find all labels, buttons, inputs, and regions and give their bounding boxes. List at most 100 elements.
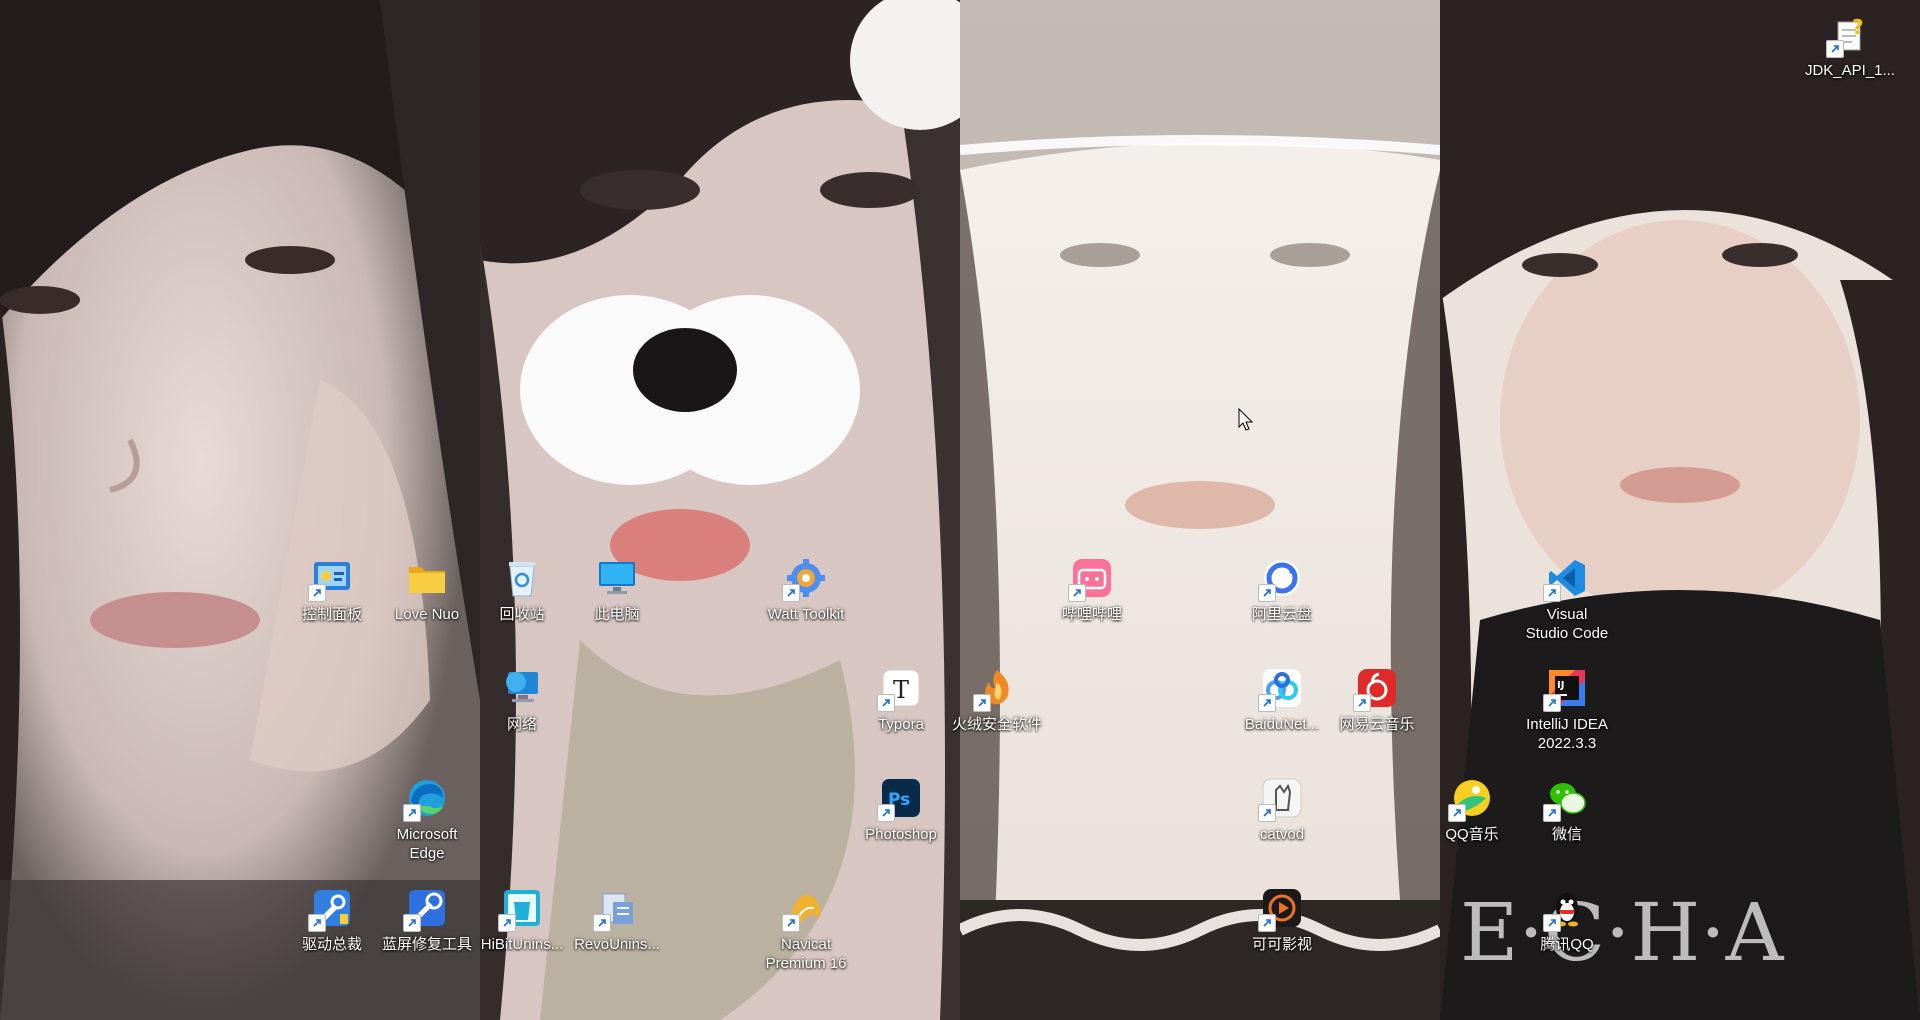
desktop-icon-revo[interactable]: RevoUnins... [571,880,663,976]
netease-music-icon [1353,666,1399,712]
network-icon [500,666,544,710]
shortcut-arrow-icon [1258,694,1276,712]
shortcut-arrow-icon [1543,584,1561,602]
icon-label: 此电脑 [594,606,640,623]
computer-icon [595,556,639,600]
navicat-icon [782,886,828,932]
desktop-icon-aliyun-drive[interactable]: 阿里云盘 [1236,550,1328,646]
desktop-icon-bilibili[interactable]: 哔哩哔哩 [1046,550,1138,646]
desktop-icon-edge[interactable]: Microsoft Edge [381,770,473,866]
desktop-icon-jdk-api[interactable]: ? JDK_API_1... [1804,6,1896,102]
desktop-icon-typora[interactable]: T Typora [855,660,947,756]
typora-icon: T [877,666,923,712]
icon-label: Microsoft Edge [396,826,458,862]
desktop-icon-qq-music[interactable]: QQ音乐 [1426,770,1518,866]
wallpaper-panel-2 [480,0,960,1020]
hibit-uninstaller-icon [498,886,544,932]
desktop-icon-baidunet[interactable]: BaiduNet... [1236,660,1328,756]
icon-label: 哔哩哔哩 [1061,606,1122,623]
repair-tool-icon [403,886,449,932]
shortcut-arrow-icon [308,914,326,932]
shortcut-arrow-icon [1068,584,1086,602]
desktop-icon-photoshop[interactable]: Ps Photoshop [855,770,947,866]
wechat-icon [1543,776,1589,822]
shortcut-arrow-icon [782,584,800,602]
bilibili-icon [1068,556,1114,602]
shortcut-arrow-icon [973,694,991,712]
shortcut-arrow-icon [782,914,800,932]
svg-text:?: ? [1852,15,1864,39]
desktop-icon-control-panel[interactable]: 控制面板 [286,550,378,646]
icon-label: Watt Toolkit [767,606,845,623]
cloud-drive-icon [1258,556,1304,602]
svg-text:IJ: IJ [1557,680,1564,691]
icon-label: catvod [1259,826,1305,843]
shortcut-arrow-icon [1826,40,1844,58]
icon-label: 蓝屏修复工具 [381,936,472,953]
icon-label: HiBitUnins... [480,936,564,953]
icon-label: 控制面板 [301,606,362,623]
desktop-icon-intellij[interactable]: IJ IntelliJ IDEA 2022.3.3 [1521,660,1613,756]
intellij-icon: IJ [1543,666,1589,712]
desktop-icon-qq[interactable]: 腾讯QQ [1521,880,1613,976]
desktop-icon-this-pc[interactable]: 此电脑 [571,550,663,646]
desktop-icon-wechat[interactable]: 微信 [1521,770,1613,866]
shortcut-arrow-icon [1353,694,1371,712]
icon-label: IntelliJ IDEA 2022.3.3 [1526,716,1608,752]
control-panel-icon [308,556,354,602]
svg-text:T: T [893,676,909,704]
desktop-icon-netease-music[interactable]: 网易云音乐 [1331,660,1423,756]
shortcut-arrow-icon [498,914,516,932]
qq-penguin-icon [1543,886,1589,932]
icon-label: Photoshop [865,826,937,843]
vscode-icon [1543,556,1589,602]
shortcut-arrow-icon [308,584,326,602]
icon-label: 可可影视 [1251,936,1312,953]
desktop-icon-huorong[interactable]: 火绒安全软件 [951,660,1043,756]
icon-label: 网络 [506,716,537,733]
icon-label: Visual Studio Code [1525,606,1609,642]
desktop-icon-network[interactable]: 网络 [476,660,568,756]
icon-label: Love Nuo [394,606,460,623]
desktop-icon-recycle-bin[interactable]: 回收站 [476,550,568,646]
qq-music-icon [1448,776,1494,822]
icon-label: 网易云音乐 [1339,716,1415,733]
video-player-icon [1258,886,1304,932]
desktop-icon-hibit[interactable]: HiBitUnins... [476,880,568,976]
desktop-icon-navicat[interactable]: Navicat Premium 16 [760,880,852,976]
svg-text:E·C·H·A: E·C·H·A [1460,886,1785,979]
shortcut-arrow-icon [1543,804,1561,822]
desktop-icon-kuke[interactable]: 可可影视 [1236,880,1328,976]
icon-label: Navicat Premium 16 [765,936,847,972]
revo-uninstaller-icon [593,886,639,932]
icon-label: 腾讯QQ [1540,936,1594,953]
photoshop-icon: Ps [877,776,923,822]
wallpaper-panel-4: E·C·H·A [1440,0,1920,1020]
driver-icon [308,886,354,932]
catvod-icon [1258,776,1304,822]
icon-label: 阿里云盘 [1251,606,1312,623]
shortcut-arrow-icon [1258,804,1276,822]
shortcut-arrow-icon [1258,914,1276,932]
recycle-bin-icon [500,556,544,600]
shortcut-arrow-icon [877,694,895,712]
help-file-icon: ? [1826,12,1872,58]
shortcut-arrow-icon [877,804,895,822]
desktop-icon-love-nuo[interactable]: Love Nuo [381,550,473,646]
huorong-icon [973,666,1019,712]
shortcut-arrow-icon [403,914,421,932]
desktop-icon-catvod[interactable]: catvod [1236,770,1328,866]
mouse-cursor-icon [1238,407,1254,437]
shortcut-arrow-icon [1448,804,1466,822]
icon-label: 驱动总裁 [301,936,362,953]
desktop-icon-vscode[interactable]: Visual Studio Code [1521,550,1613,646]
desktop-icon-watt-toolkit[interactable]: Watt Toolkit [760,550,852,646]
desktop-icon-bluescreen-fix[interactable]: 蓝屏修复工具 [381,880,473,976]
shortcut-arrow-icon [593,914,611,932]
icon-label: Typora [878,716,924,733]
baidu-netdisk-icon [1258,666,1304,712]
desktop-icon-driver-master[interactable]: 驱动总裁 [286,880,378,976]
icon-label: 微信 [1551,826,1582,843]
shortcut-arrow-icon [1258,584,1276,602]
icon-label: JDK_API_1... [1804,62,1896,79]
